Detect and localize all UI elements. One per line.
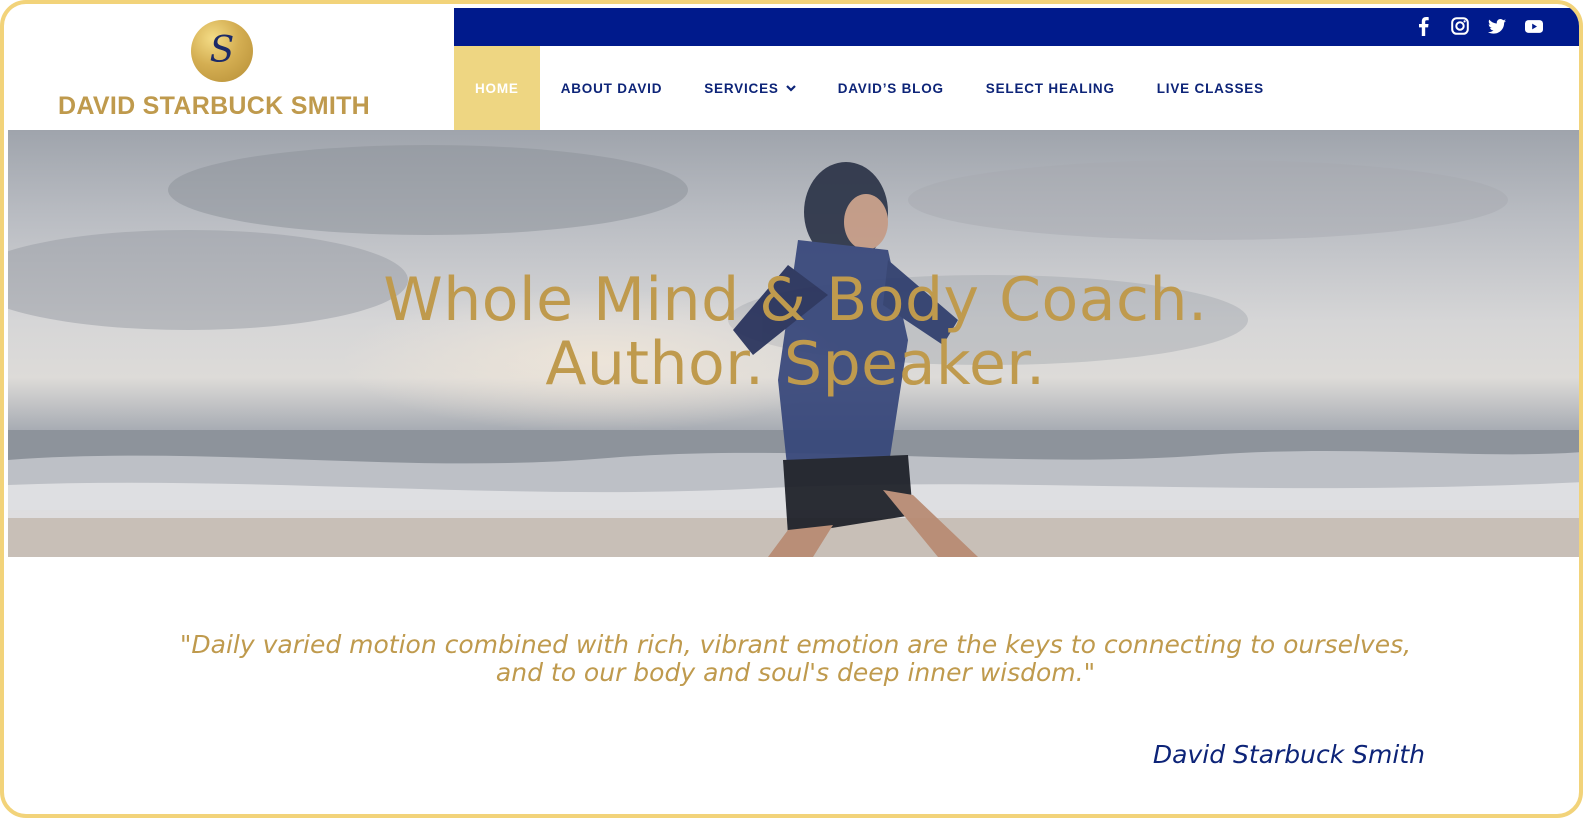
nav-services[interactable]: SERVICES <box>683 46 816 130</box>
social-links <box>1414 16 1543 36</box>
site-logo[interactable]: S DAVID STARBUCK SMITH <box>8 8 454 130</box>
hero-headline-line1: Whole Mind & Body Coach. <box>383 265 1208 335</box>
nav-services-label: SERVICES <box>704 80 779 96</box>
nav-home[interactable]: HOME <box>454 46 540 130</box>
top-bar <box>454 8 1579 46</box>
nav-about[interactable]: ABOUT DAVID <box>540 46 684 130</box>
logo-monogram-letter: S <box>209 30 235 71</box>
nav-select-healing[interactable]: SELECT HEALING <box>965 46 1136 130</box>
hero-headline-line2: Author. Speaker. <box>545 329 1046 399</box>
facebook-icon[interactable] <box>1414 16 1432 36</box>
instagram-icon[interactable] <box>1451 16 1469 36</box>
youtube-icon[interactable] <box>1525 16 1543 36</box>
nav-blog[interactable]: DAVID’S BLOG <box>817 46 965 130</box>
page-frame: S DAVID STARBUCK SMITH HOME ABOUT DAVID … <box>0 0 1583 818</box>
nav-live-classes[interactable]: LIVE CLASSES <box>1136 46 1285 130</box>
quote-line-2: and to our body and soul's deep inner wi… <box>495 658 1096 687</box>
chevron-down-icon <box>785 84 796 92</box>
main-nav: HOME ABOUT DAVID SERVICES DAVID’S BLOG S… <box>454 46 1579 130</box>
logo-monogram: S <box>191 20 253 82</box>
twitter-icon[interactable] <box>1488 16 1506 36</box>
quote-author: David Starbuck Smith <box>1152 740 1425 769</box>
hero-banner: Whole Mind & Body Coach. Author. Speaker… <box>8 130 1579 557</box>
quote-block: "Daily varied motion combined with rich,… <box>124 631 1467 687</box>
site-name: DAVID STARBUCK SMITH <box>58 92 371 120</box>
quote-line-1: "Daily varied motion combined with rich,… <box>179 630 1412 659</box>
